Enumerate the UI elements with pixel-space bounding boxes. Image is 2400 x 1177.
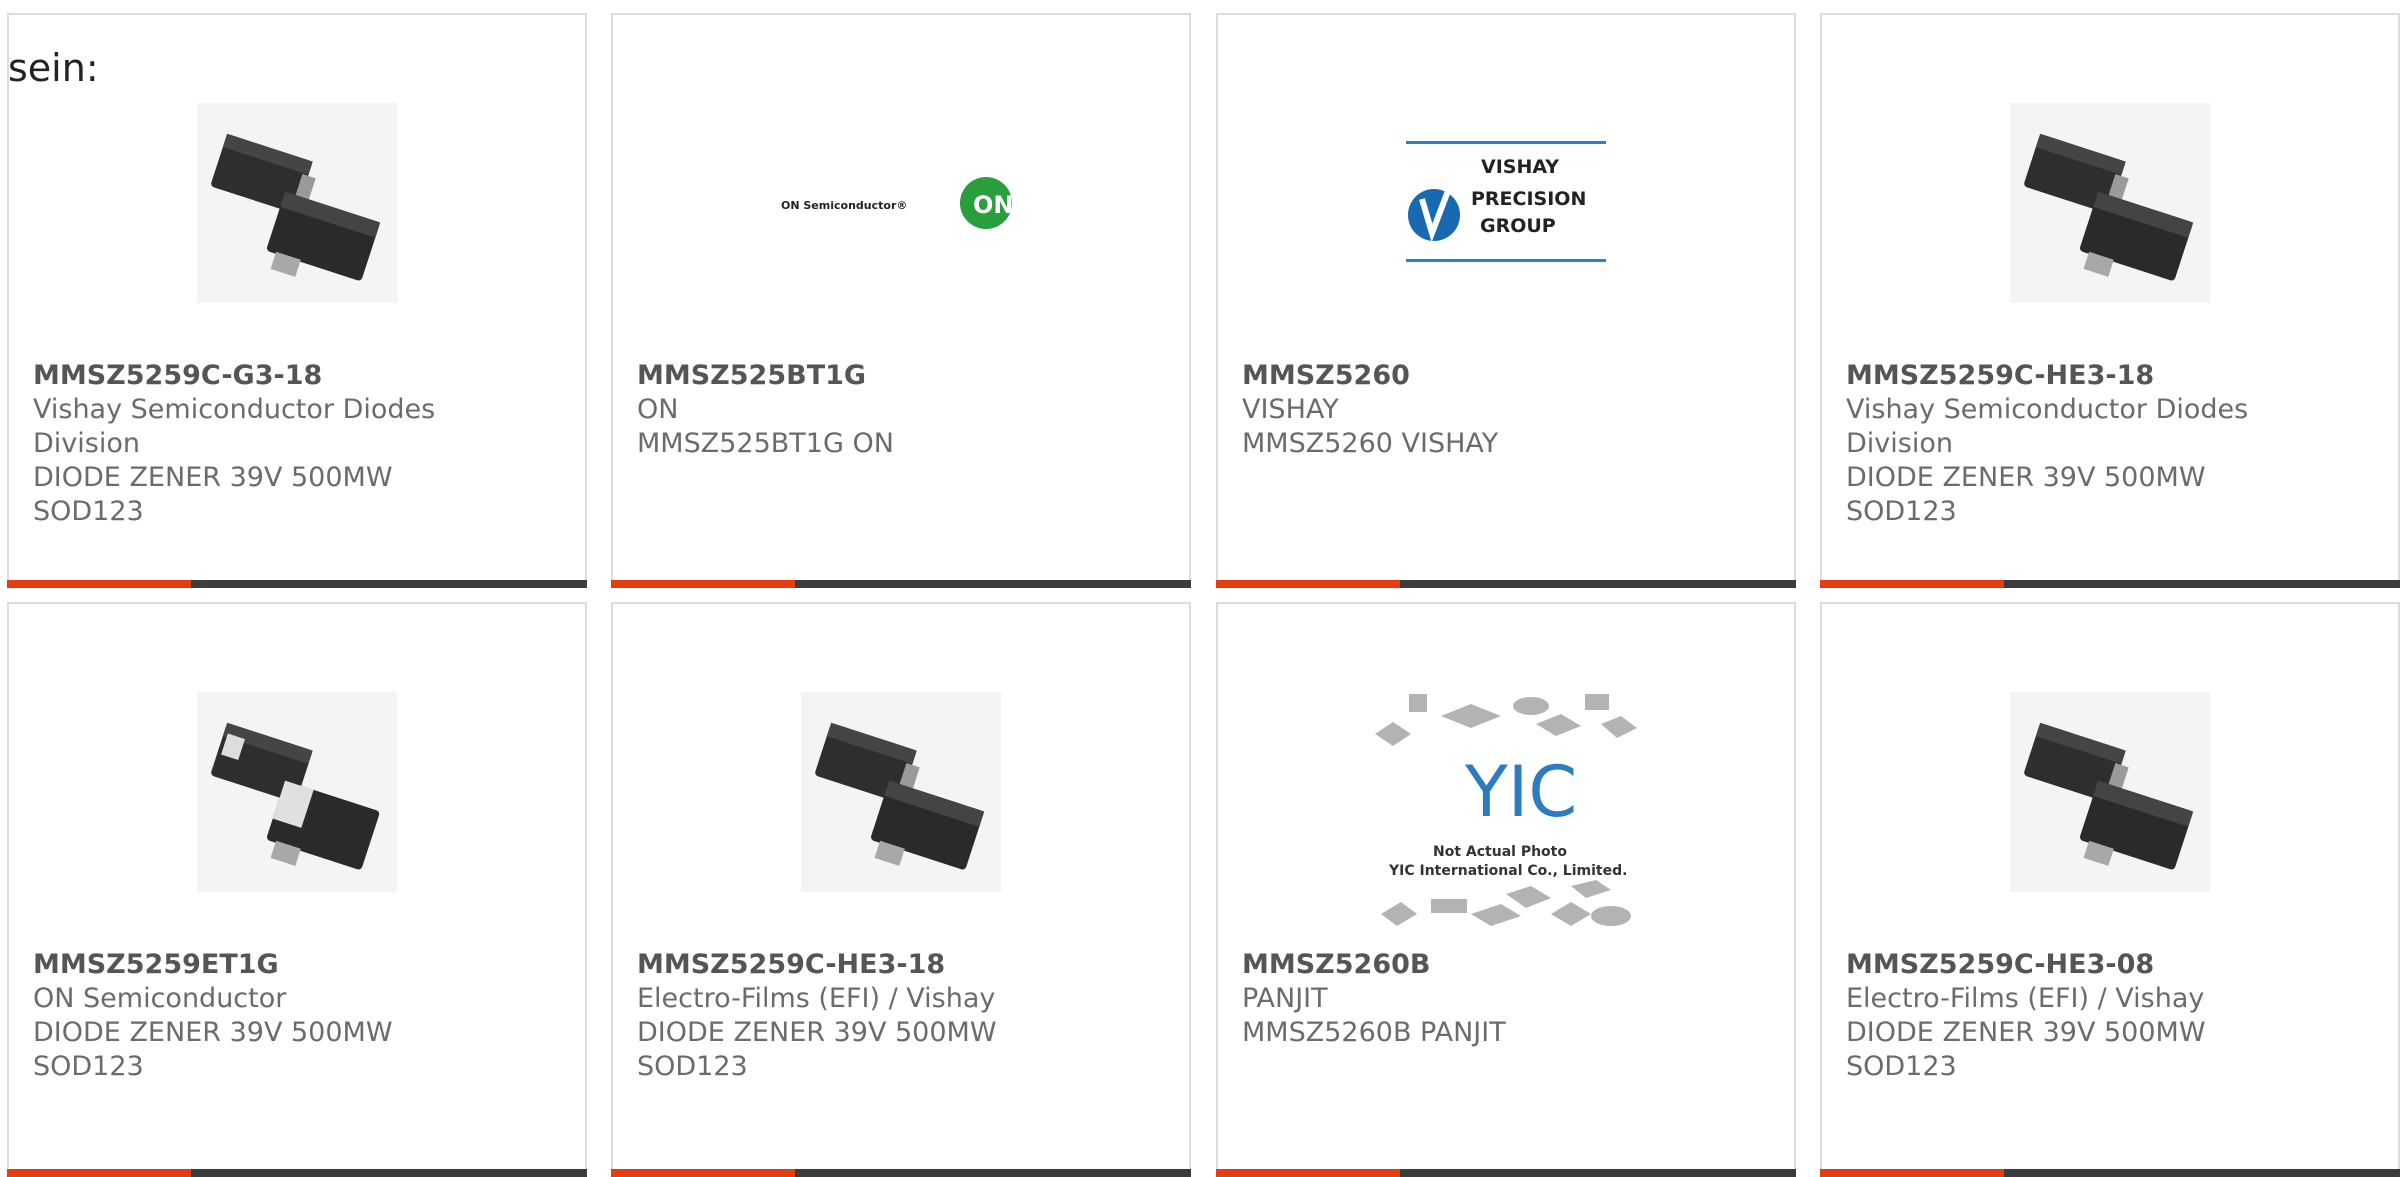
description: DIODE ZENER 39V 500MW [1846,1017,2206,1048]
product-image[interactable]: ON Semiconductor® ON [613,83,1189,323]
description: DIODE ZENER 39V 500MW [33,1017,393,1048]
package: SOD123 [33,1051,144,1082]
package: SOD123 [1846,1051,1957,1082]
product-card[interactable]: MMSZ5259C-HE3-08 Electro-Films (EFI) / V… [1820,602,2400,1177]
diode-image [2010,103,2210,303]
svg-text:YIC: YIC [1464,751,1577,833]
part-number[interactable]: MMSZ5259C-HE3-18 [637,948,1149,982]
svg-text:GROUP: GROUP [1480,215,1556,237]
product-image[interactable]: VISHAY PRECISION GROUP [1218,83,1794,323]
card-bar [611,580,1191,588]
vishay-logo: VISHAY PRECISION GROUP [1406,141,1606,262]
manufacturer: PANJIT [1242,983,1328,1014]
product-image[interactable] [613,672,1189,912]
manufacturer: Vishay Semiconductor Diodes Division [1846,394,2249,459]
product-image[interactable]: YIC Not Actual Photo YIC International C… [1218,694,1794,934]
description: DIODE ZENER 39V 500MW [637,1017,997,1048]
card-bar [1820,1169,2400,1177]
svg-text:PRECISION: PRECISION [1471,188,1586,210]
manufacturer: Vishay Semiconductor Diodes Division [33,394,436,459]
package: SOD123 [637,1051,748,1082]
manufacturer: VISHAY [1242,394,1339,425]
manufacturer: Electro-Films (EFI) / Vishay [637,983,996,1014]
yic-placeholder-image: YIC Not Actual Photo YIC International C… [1375,694,1637,926]
svg-text:Not Actual Photo: Not Actual Photo [1433,844,1567,860]
product-card[interactable]: ON Semiconductor® ON MMSZ525BT1G ON MMSZ… [611,13,1191,588]
package: SOD123 [33,496,144,527]
product-image[interactable] [1822,83,2398,323]
part-number[interactable]: MMSZ525BT1G [637,359,1149,393]
part-number[interactable]: MMSZ5259C-HE3-18 [1846,359,2358,393]
intro-text: sein: [8,46,99,90]
on-semiconductor-logo: ON Semiconductor® ON [781,177,1014,229]
product-card[interactable]: MMSZ5259ET1G ON Semiconductor DIODE ZENE… [7,602,587,1177]
part-number[interactable]: MMSZ5260 [1242,359,1754,393]
manufacturer: ON Semiconductor [33,983,287,1014]
svg-text:ON Semiconductor®: ON Semiconductor® [781,199,907,212]
product-card[interactable]: MMSZ5259C-HE3-18 Electro-Films (EFI) / V… [611,602,1191,1177]
diode-image [197,692,397,892]
description: DIODE ZENER 39V 500MW [1846,462,2206,493]
part-number[interactable]: MMSZ5260B [1242,948,1754,982]
diode-image [801,692,1001,892]
svg-text:VISHAY: VISHAY [1481,156,1559,178]
description: DIODE ZENER 39V 500MW [33,462,393,493]
manufacturer: Electro-Films (EFI) / Vishay [1846,983,2205,1014]
card-bar [7,1169,587,1177]
card-bar [1820,580,2400,588]
card-bar [1216,1169,1796,1177]
product-image[interactable] [1822,672,2398,912]
product-card[interactable]: MMSZ5259C-G3-18 Vishay Semiconductor Dio… [7,13,587,588]
description: MMSZ525BT1G ON [637,428,894,459]
product-card[interactable]: VISHAY PRECISION GROUP MMSZ5260 VISHAY M… [1216,13,1796,588]
description: MMSZ5260B PANJIT [1242,1017,1506,1048]
package: SOD123 [1846,496,1957,527]
svg-text:ON: ON [973,191,1014,219]
part-number[interactable]: MMSZ5259ET1G [33,948,545,982]
product-image[interactable] [9,672,585,912]
description: MMSZ5260 VISHAY [1242,428,1499,459]
product-card[interactable]: MMSZ5259C-HE3-18 Vishay Semiconductor Di… [1820,13,2400,588]
part-number[interactable]: MMSZ5259C-HE3-08 [1846,948,2358,982]
card-bar [1216,580,1796,588]
card-bar [7,580,587,588]
card-bar [611,1169,1191,1177]
part-number[interactable]: MMSZ5259C-G3-18 [33,359,545,393]
diode-image [2010,692,2210,892]
product-image[interactable] [9,83,585,323]
svg-text:YIC International Co., Limited: YIC International Co., Limited. [1388,863,1627,879]
diode-image [197,103,397,303]
product-card[interactable]: YIC Not Actual Photo YIC International C… [1216,602,1796,1177]
manufacturer: ON [637,394,679,425]
